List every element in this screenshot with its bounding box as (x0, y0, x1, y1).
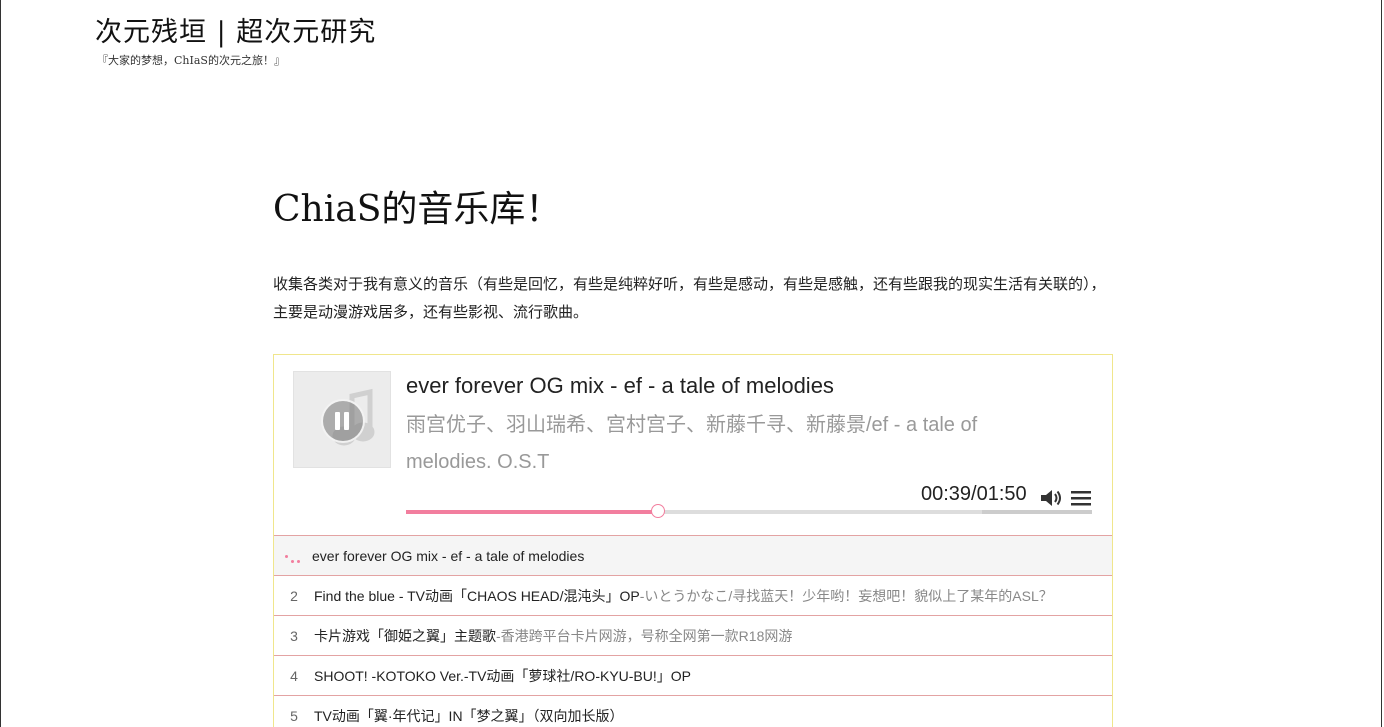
playing-dot (291, 559, 294, 563)
intro-text: 收集各类对于我有意义的音乐（有些是回忆，有些是纯粹好听，有些是感动，有些是感触，… (273, 275, 1106, 321)
track-title: ever forever OG mix - ef - a tale of mel… (406, 373, 834, 398)
playlist-item-index: 3 (290, 627, 298, 644)
site-title[interactable]: 次元残垣 | 超次元研究 (95, 10, 376, 49)
album-cover (293, 371, 391, 468)
playlist-item[interactable]: 4 SHOOT! -KOTOKO Ver.-TV动画「萝球社/RO-KYU-BU!… (274, 655, 1112, 695)
page-title: ChiaS的音乐库！ (273, 189, 562, 230)
playlist-item-index: 2 (290, 587, 298, 604)
playlist-item-title: Find the blue - TV动画「CHAOS HEAD/混沌头」OP (314, 587, 640, 604)
progress-thumb[interactable] (650, 504, 665, 518)
list-menu-icon[interactable] (1070, 489, 1092, 507)
playlist-item-index: 4 (290, 667, 298, 684)
playlist-item[interactable]: 2 Find the blue - TV动画「CHAOS HEAD/混沌头」OP … (274, 575, 1112, 615)
playlist-item-title: TV动画「翼·年代记」IN「梦之翼」（双向加长版） (314, 707, 624, 724)
music-player: ever forever OG mix - ef - a tale of mel… (273, 354, 1113, 727)
playlist-item-title: SHOOT! -KOTOKO Ver.-TV动画「萝球社/RO-KYU-BU!」… (314, 667, 692, 684)
playlist: ever forever OG mix - ef - a tale of mel… (274, 535, 1112, 727)
playlist-item[interactable]: 5 TV动画「翼·年代记」IN「梦之翼」（双向加长版） (274, 695, 1112, 727)
playlist-item-title: 卡片游戏「御姫之翼」主题歌 (314, 627, 496, 644)
playlist-item-title: ever forever OG mix - ef - a tale of mel… (312, 547, 585, 564)
time-display: 00:39/01:50 (921, 483, 1027, 505)
playlist-item-author: 香港跨平台卡片网游，号称全网第一款R18网游 (500, 627, 793, 644)
playing-dot (285, 554, 288, 558)
progress-bar[interactable] (406, 504, 1092, 518)
progress-played (406, 510, 658, 514)
playlist-item-index: 5 (290, 707, 298, 724)
volume-icon[interactable] (1039, 487, 1063, 509)
site-tagline: 『大家的梦想，ChIaS的次元之旅！』 (97, 54, 285, 67)
playing-dot (297, 559, 300, 563)
track-artist: 雨宫优子、羽山瑞希、宫村宫子、新藤千寻、新藤景/ef - a tale of m… (406, 414, 978, 473)
playlist-item[interactable]: 3 卡片游戏「御姫之翼」主题歌 - 香港跨平台卡片网游，号称全网第一款R18网游 (274, 615, 1112, 655)
pause-button[interactable] (321, 399, 365, 443)
now-playing-indicator (274, 536, 312, 575)
playlist-item-author: いとうかなこ/寻找蓝天！少年哟！妄想吧！貌似上了某年的ASL？ (644, 587, 1053, 604)
playlist-item[interactable]: ever forever OG mix - ef - a tale of mel… (274, 535, 1112, 575)
